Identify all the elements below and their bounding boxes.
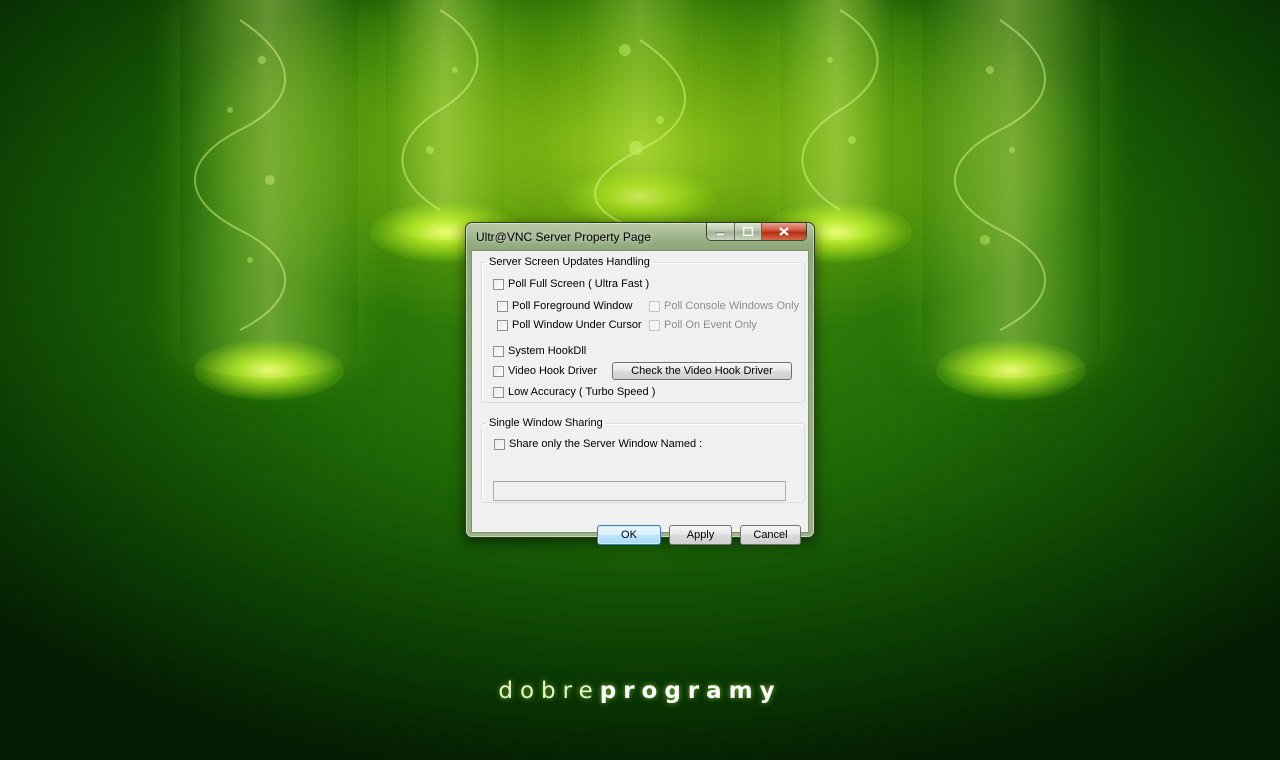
close-icon: [779, 227, 789, 236]
video-hook-driver-label: Video Hook Driver: [508, 365, 598, 377]
cancel-button[interactable]: Cancel: [740, 525, 801, 545]
poll-foreground-window-checkbox[interactable]: Poll Foreground Window: [497, 300, 632, 312]
property-page-window: Ultr@VNC Server Property Page Server Scr…: [465, 222, 815, 545]
screen-updates-legend: Server Screen Updates Handling: [489, 256, 650, 268]
poll-console-windows-only-label: Poll Console Windows Only: [664, 300, 800, 312]
poll-foreground-window-label: Poll Foreground Window: [512, 300, 633, 312]
title-bar[interactable]: Ultr@VNC Server Property Page: [466, 223, 814, 251]
video-hook-driver-checkbox[interactable]: Video Hook Driver: [493, 365, 597, 377]
maximize-icon: [743, 227, 753, 236]
poll-on-event-only-checkbox[interactable]: Poll On Event Only: [649, 319, 757, 331]
window-controls: [706, 223, 807, 241]
dobreprogramy-logo: dobreprogramy: [0, 678, 1280, 704]
single-window-sharing-legend: Single Window Sharing: [489, 417, 603, 429]
share-only-named-window-label: Share only the Server Window Named :: [509, 438, 703, 450]
checkbox-box[interactable]: [493, 365, 504, 377]
minimize-icon: [716, 232, 725, 236]
dialog-client-area: Server Screen Updates Handling Poll Full…: [471, 250, 809, 545]
low-accuracy-checkbox[interactable]: Low Accuracy ( Turbo Speed ): [493, 386, 655, 398]
window-name-input[interactable]: [493, 481, 786, 501]
system-hookdll-label: System HookDll: [508, 345, 587, 357]
poll-window-under-cursor-checkbox[interactable]: Poll Window Under Cursor: [497, 319, 642, 331]
brand-bold: programy: [599, 678, 782, 704]
share-only-named-window-checkbox[interactable]: Share only the Server Window Named :: [494, 438, 702, 450]
low-accuracy-label: Low Accuracy ( Turbo Speed ): [508, 386, 656, 398]
brand-regular: dobre: [498, 678, 600, 704]
ok-button[interactable]: OK: [597, 525, 661, 545]
poll-console-windows-only-checkbox[interactable]: Poll Console Windows Only: [649, 300, 799, 312]
checkbox-box[interactable]: [493, 278, 504, 290]
minimize-button[interactable]: [707, 223, 734, 240]
close-button[interactable]: [761, 223, 806, 240]
checkbox-box[interactable]: [649, 319, 660, 331]
maximize-button[interactable]: [734, 223, 761, 240]
check-video-hook-driver-button[interactable]: Check the Video Hook Driver: [612, 362, 792, 380]
checkbox-box[interactable]: [493, 345, 504, 357]
apply-button[interactable]: Apply: [669, 525, 732, 545]
poll-window-under-cursor-label: Poll Window Under Cursor: [512, 319, 642, 331]
system-hookdll-checkbox[interactable]: System HookDll: [493, 345, 586, 357]
poll-on-event-only-label: Poll On Event Only: [664, 319, 757, 331]
checkbox-box[interactable]: [497, 319, 508, 331]
window-title: Ultr@VNC Server Property Page: [476, 230, 651, 244]
checkbox-box[interactable]: [493, 386, 504, 398]
checkbox-box[interactable]: [494, 438, 505, 450]
poll-full-screen-label: Poll Full Screen ( Ultra Fast ): [508, 278, 650, 290]
checkbox-box[interactable]: [649, 300, 660, 312]
checkbox-box[interactable]: [497, 300, 508, 312]
poll-full-screen-checkbox[interactable]: Poll Full Screen ( Ultra Fast ): [493, 278, 649, 290]
